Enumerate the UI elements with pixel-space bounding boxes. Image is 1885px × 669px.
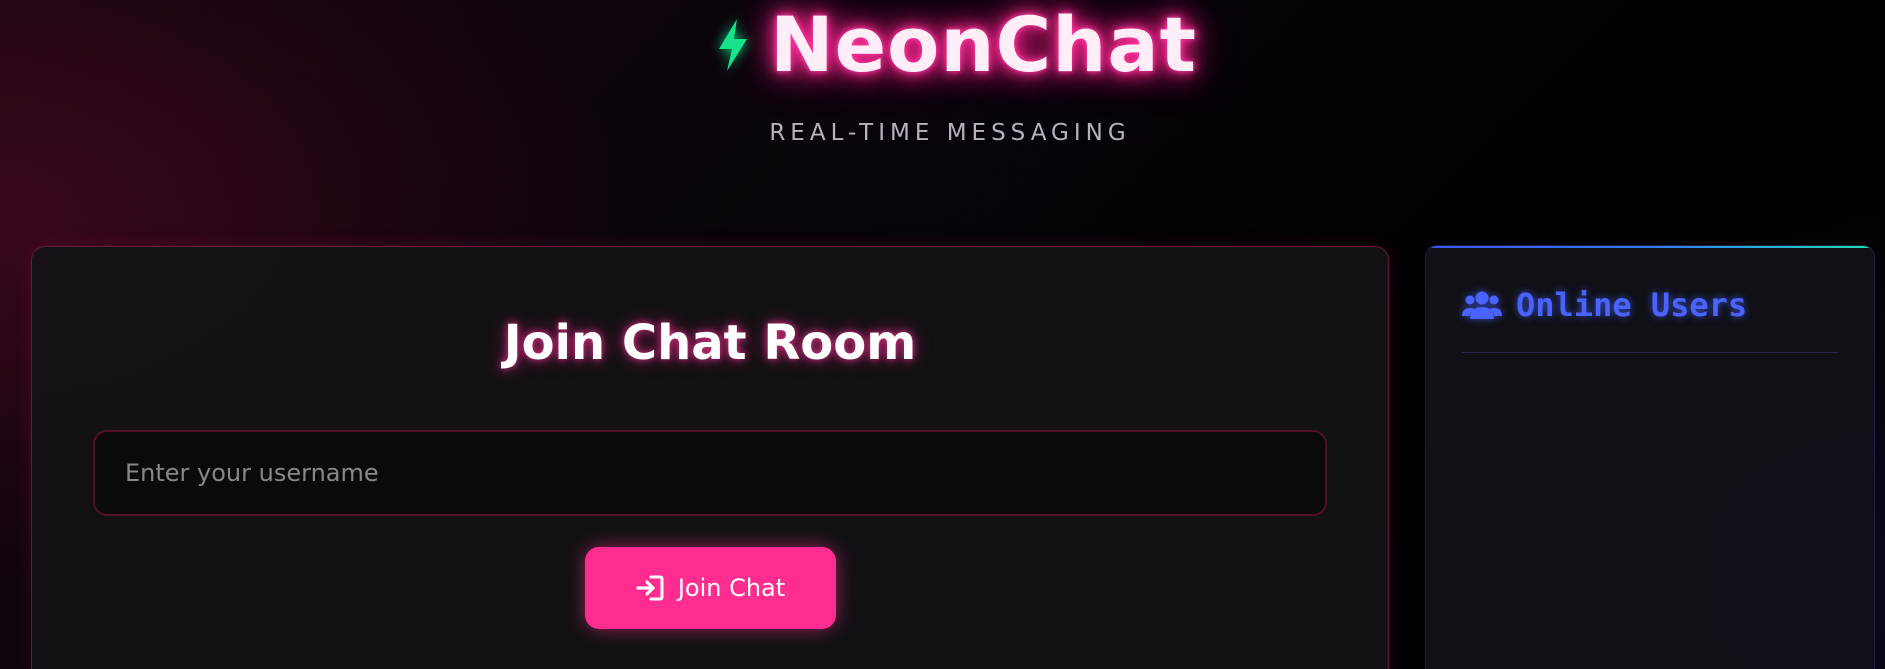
users-icon (1462, 289, 1502, 321)
online-users-divider (1462, 352, 1839, 353)
username-input[interactable] (93, 430, 1327, 516)
online-users-panel: Online Users (1425, 245, 1875, 669)
tagline: REAL-TIME MESSAGING (769, 120, 1131, 146)
join-chat-button-label: Join Chat (677, 574, 786, 602)
join-title: Join Chat Room (503, 315, 917, 371)
lightning-bolt-icon (710, 15, 756, 75)
online-users-header: Online Users (1462, 286, 1747, 324)
join-chat-button[interactable]: Join Chat (585, 547, 836, 629)
join-card: Join Chat Room Join Chat (31, 246, 1389, 669)
brand: NeonChat (710, 0, 1197, 90)
app-header: NeonChat REAL-TIME MESSAGING (0, 0, 1885, 160)
online-users-title: Online Users (1516, 286, 1748, 324)
brand-title: NeonChat (770, 0, 1197, 89)
sign-in-icon (636, 575, 664, 601)
